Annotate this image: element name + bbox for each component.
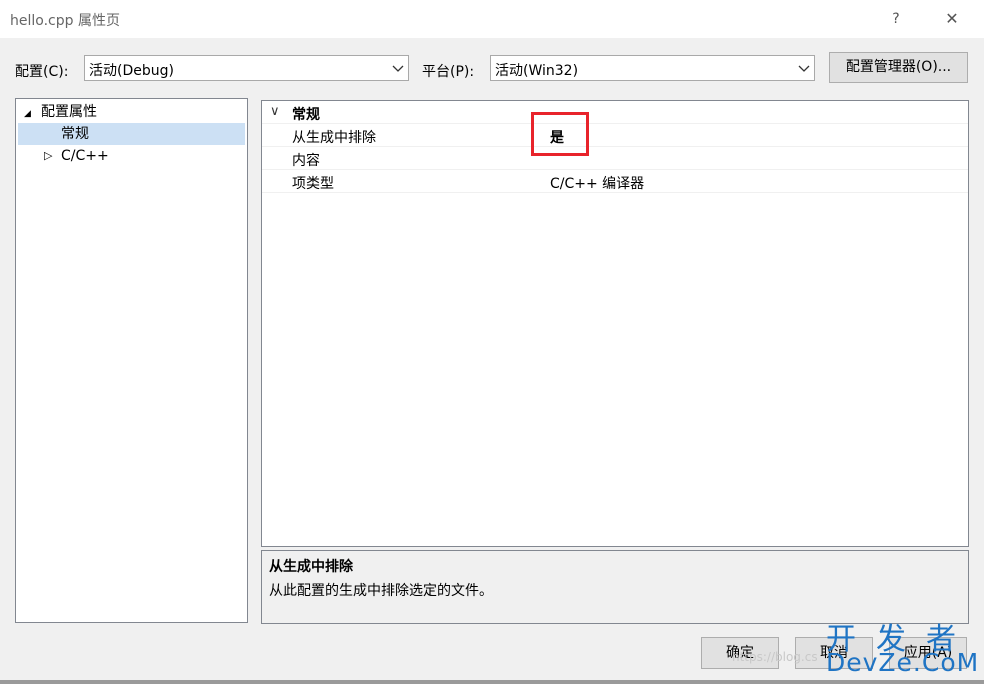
config-manager-button[interactable]: 配置管理器(O)... bbox=[829, 52, 968, 83]
chevron-down-icon bbox=[392, 65, 404, 72]
property-name: 从生成中排除 bbox=[292, 130, 376, 146]
tree-selection-highlight bbox=[18, 123, 245, 145]
config-select[interactable]: 活动(Debug) bbox=[84, 55, 409, 81]
config-label: 配置(C): bbox=[15, 64, 69, 80]
property-tree: ◢ 配置属性 常规 ▷ C/C++ bbox=[15, 98, 248, 623]
expand-triangle-icon[interactable]: ▷ bbox=[44, 145, 52, 167]
grid-category-general[interactable]: ∨ 常规 bbox=[262, 101, 968, 124]
chevron-down-icon bbox=[798, 65, 810, 72]
platform-label: 平台(P): bbox=[422, 64, 475, 80]
grid-row-exclude-from-build[interactable]: 从生成中排除 是 bbox=[262, 124, 968, 147]
annotation-highlight-box bbox=[531, 112, 589, 156]
category-chevron-icon: ∨ bbox=[270, 104, 280, 119]
platform-select[interactable]: 活动(Win32) bbox=[490, 55, 815, 81]
description-panel: 从生成中排除 从此配置的生成中排除选定的文件。 bbox=[261, 550, 969, 624]
property-grid: ∨ 常规 从生成中排除 是 内容 项类型 C/C++ 编译器 bbox=[261, 100, 969, 547]
tree-item-general[interactable]: 常规 bbox=[61, 123, 89, 145]
tree-root-expander[interactable]: ◢ bbox=[24, 101, 31, 123]
title-bar: hello.cpp 属性页 ? ✕ bbox=[0, 0, 984, 38]
bottom-edge bbox=[0, 680, 984, 684]
watermark-url: https://blog.cs bbox=[732, 650, 818, 664]
config-manager-label: 配置管理器(O)... bbox=[845, 59, 952, 75]
description-title: 从生成中排除 bbox=[269, 559, 353, 575]
tree-item-cpp[interactable]: C/C++ bbox=[61, 145, 109, 167]
collapse-triangle-icon: ◢ bbox=[24, 109, 31, 119]
property-name: 项类型 bbox=[292, 176, 334, 192]
close-button[interactable]: ✕ bbox=[938, 6, 966, 32]
grid-row-content[interactable]: 内容 bbox=[262, 147, 968, 170]
config-value: 活动(Debug) bbox=[89, 63, 174, 79]
description-text: 从此配置的生成中排除选定的文件。 bbox=[269, 583, 493, 599]
platform-value: 活动(Win32) bbox=[495, 63, 579, 79]
help-button[interactable]: ? bbox=[882, 6, 910, 32]
tree-item-config-properties[interactable]: 配置属性 bbox=[41, 101, 97, 123]
property-value[interactable]: C/C++ 编译器 bbox=[550, 173, 644, 193]
property-name: 内容 bbox=[292, 153, 320, 169]
watermark-logo-line2: DevZe.CoM bbox=[826, 648, 980, 677]
window-title: hello.cpp 属性页 bbox=[10, 13, 120, 29]
grid-row-item-type[interactable]: 项类型 C/C++ 编译器 bbox=[262, 170, 968, 193]
category-label: 常规 bbox=[292, 107, 320, 123]
